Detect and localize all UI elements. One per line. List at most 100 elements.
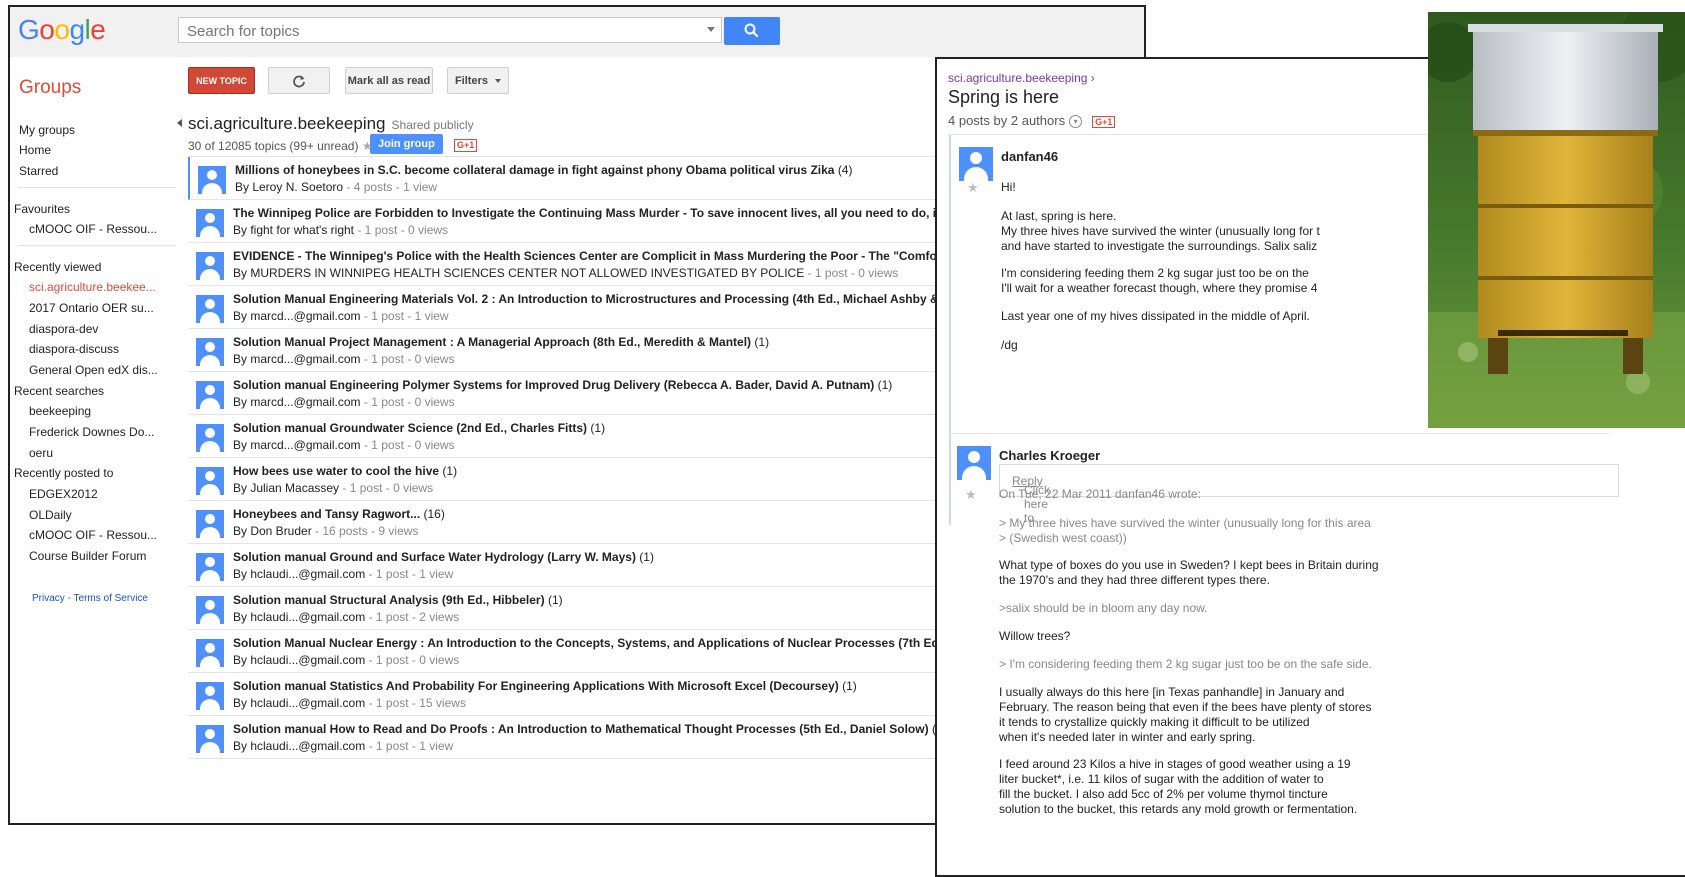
avatar[interactable]	[196, 424, 224, 452]
avatar[interactable]	[196, 295, 224, 323]
gplus-button[interactable]: G+1	[454, 139, 478, 152]
group-name[interactable]: sci.agriculture.beekeeping	[188, 114, 386, 133]
topic-author[interactable]: By Julian Macassey	[233, 481, 339, 495]
privacy-link[interactable]: Privacy	[32, 593, 65, 604]
topic-title[interactable]: Solution manual How to Read and Do Proof…	[233, 722, 947, 736]
google-logo[interactable]: Google	[18, 14, 106, 46]
sidebar-section-recently-viewed[interactable]: Recently viewed	[14, 260, 101, 274]
app-title[interactable]: Groups	[19, 77, 81, 99]
sidebar-item-home[interactable]: Home	[19, 143, 51, 157]
beehive-photo	[1428, 12, 1685, 428]
filters-button[interactable]: Filters	[447, 67, 509, 94]
topic-title[interactable]: EVIDENCE - The Winnipeg's Police with th…	[233, 249, 976, 263]
topic-title[interactable]: Solution manual Engineering Polymer Syst…	[233, 378, 892, 392]
topic-author[interactable]: By hclaudi...@gmail.com	[233, 739, 365, 753]
quoted-line: >salix should be in bloom any day now.	[999, 601, 1208, 615]
sidebar-item-search[interactable]: oeru	[29, 446, 53, 460]
topic-title[interactable]: Solution manual Groundwater Science (2nd…	[233, 421, 605, 435]
topic-title-text: How bees use water to cool the hive	[233, 464, 440, 478]
avatar[interactable]	[196, 639, 224, 667]
topic-author[interactable]: By Leroy N. Soetoro	[235, 180, 343, 194]
avatar[interactable]	[959, 147, 993, 181]
sidebar-section-recently-posted[interactable]: Recently posted to	[14, 466, 113, 480]
footer-links: Privacy - Terms of Service	[32, 593, 148, 604]
search-dropdown-arrow-icon[interactable]	[707, 27, 715, 32]
topic-author[interactable]: By MURDERS IN WINNIPEG HEALTH SCIENCES C…	[233, 266, 804, 280]
sidebar-item-recent[interactable]: diaspora-dev	[29, 322, 98, 336]
topic-title[interactable]: Solution manual Ground and Surface Water…	[233, 550, 654, 564]
post-line: My three hives have survived the winter …	[1001, 224, 1320, 238]
post-line: At last, spring is here.	[1001, 209, 1117, 223]
topic-title[interactable]: Solution manual Structural Analysis (9th…	[233, 593, 563, 607]
sidebar-section-recent-searches[interactable]: Recent searches	[14, 384, 104, 398]
topic-author[interactable]: By hclaudi...@gmail.com	[233, 567, 365, 581]
avatar[interactable]	[196, 338, 224, 366]
sidebar-item-starred[interactable]: Starred	[19, 164, 58, 178]
topic-title[interactable]: Solution Manual Nuclear Energy : An Intr…	[233, 636, 979, 650]
post-author[interactable]: Charles Kroeger	[999, 448, 1100, 463]
avatar[interactable]	[196, 252, 224, 280]
sidebar-item-posted[interactable]: EDGEX2012	[29, 487, 98, 501]
avatar[interactable]	[196, 553, 224, 581]
topic-author[interactable]: By marcd...@gmail.com	[233, 309, 361, 323]
sidebar-item-posted[interactable]: cMOOC OIF - Ressou...	[29, 528, 157, 542]
terms-link[interactable]: Terms of Service	[74, 593, 148, 604]
topic-author[interactable]: By fight for what's right	[233, 223, 354, 237]
topic-author[interactable]: By Don Bruder	[233, 524, 312, 538]
sidebar-item-search[interactable]: beekeeping	[29, 404, 91, 418]
topic-title[interactable]: Solution Manual Engineering Materials Vo…	[233, 292, 985, 306]
topic-author[interactable]: By hclaudi...@gmail.com	[233, 653, 365, 667]
topic-title[interactable]: How bees use water to cool the hive (1)	[233, 464, 457, 478]
post-line: What type of boxes do you use in Sweden?…	[999, 558, 1379, 572]
topic-author[interactable]: By marcd...@gmail.com	[233, 395, 361, 409]
quoted-line: > (Swedish west coast))	[999, 531, 1127, 545]
topic-author[interactable]: By marcd...@gmail.com	[233, 438, 361, 452]
sidebar-item-posted[interactable]: OLDaily	[29, 508, 72, 522]
sidebar-section-favourites[interactable]: Favourites	[14, 202, 70, 216]
sidebar-item-my-groups[interactable]: My groups	[19, 123, 75, 137]
topic-title[interactable]: Solution manual Statistics And Probabili…	[233, 679, 857, 693]
avatar[interactable]	[196, 381, 224, 409]
mark-all-read-button[interactable]: Mark all as read	[345, 67, 433, 94]
gplus-button[interactable]: G+1	[1092, 116, 1116, 128]
topic-author[interactable]: By hclaudi...@gmail.com	[233, 610, 365, 624]
sidebar-item-posted[interactable]: Course Builder Forum	[29, 549, 146, 563]
refresh-button[interactable]	[268, 67, 330, 94]
join-group-button[interactable]: Join group	[370, 134, 443, 154]
topic-byline: By hclaudi...@gmail.com - 1 post - 0 vie…	[233, 653, 459, 667]
new-topic-button[interactable]: NEW TOPIC	[188, 67, 255, 94]
topic-title[interactable]: The Winnipeg Police are Forbidden to Inv…	[233, 206, 971, 220]
topic-title[interactable]: Honeybees and Tansy Ragwort... (16)	[233, 507, 445, 521]
topic-author[interactable]: By marcd...@gmail.com	[233, 352, 361, 366]
collapse-sidebar-icon[interactable]	[177, 119, 182, 127]
avatar[interactable]	[196, 510, 224, 538]
topic-title-text: Solution manual Engineering Polymer Syst…	[233, 378, 875, 392]
sidebar-item-recent[interactable]: 2017 Ontario OER su...	[29, 301, 154, 315]
avatar[interactable]	[196, 682, 224, 710]
search-button[interactable]	[724, 17, 780, 45]
avatar[interactable]	[196, 467, 224, 495]
expand-authors-icon[interactable]: ▾	[1069, 115, 1083, 129]
avatar[interactable]	[196, 596, 224, 624]
topic-post-count: (4)	[837, 163, 853, 177]
avatar[interactable]	[957, 446, 991, 480]
star-icon[interactable]: ★	[967, 180, 979, 196]
sidebar-item-favourite[interactable]: cMOOC OIF - Ressou...	[29, 222, 157, 236]
avatar[interactable]	[196, 209, 224, 237]
breadcrumb[interactable]: sci.agriculture.beekeeping ›	[948, 71, 1095, 85]
sidebar-item-search[interactable]: Frederick Downes Do...	[29, 425, 154, 439]
sidebar-item-recent[interactable]: diaspora-discuss	[29, 342, 119, 356]
topic-title-text: EVIDENCE - The Winnipeg's Police with th…	[233, 249, 976, 263]
avatar[interactable]	[196, 725, 224, 753]
avatar[interactable]	[198, 166, 226, 194]
post-line: On Tue, 22 Mar 2011 danfan46 wrote:	[999, 487, 1201, 501]
star-icon[interactable]: ★	[965, 487, 977, 503]
post-author[interactable]: danfan46	[1001, 149, 1058, 164]
topic-count-text: 30 of 12085 topics (99+ unread)	[188, 139, 359, 153]
topic-author[interactable]: By hclaudi...@gmail.com	[233, 696, 365, 710]
sidebar-item-recent-sci-agriculture[interactable]: sci.agriculture.beekee...	[29, 280, 156, 294]
sidebar-item-recent[interactable]: General Open edX dis...	[29, 363, 158, 377]
search-input[interactable]	[185, 19, 689, 43]
topic-title[interactable]: Millions of honeybees in S.C. become col…	[235, 163, 852, 177]
topic-title[interactable]: Solution Manual Project Management : A M…	[233, 335, 769, 349]
